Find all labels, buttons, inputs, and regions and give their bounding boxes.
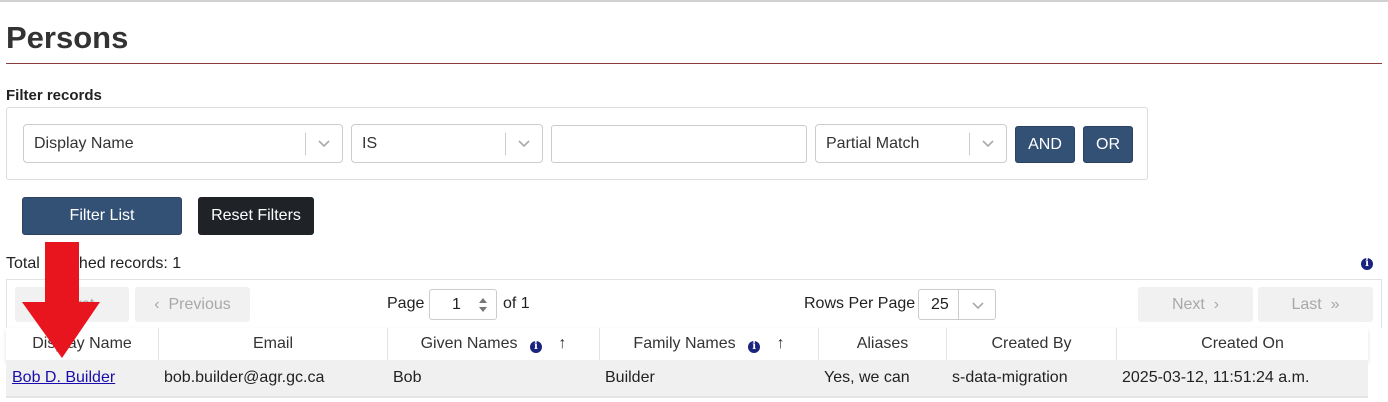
field-select[interactable]: Display Name <box>23 124 343 163</box>
page-number-value: 1 <box>452 296 461 313</box>
created-on-cell: 2025-03-12, 11:51:24 a.m. <box>1122 369 1310 386</box>
rows-per-page-select[interactable]: 25 <box>918 289 996 320</box>
table-bottom-border <box>6 396 1368 398</box>
family-names-header-label: Family Names <box>633 335 736 352</box>
chevron-right-icon: › <box>1213 296 1220 313</box>
given-names-cell: Bob <box>393 369 422 386</box>
column-header-aliases[interactable]: Aliases <box>819 328 947 360</box>
chevron-down-icon <box>972 302 984 310</box>
given-names-header-label: Given Names <box>420 335 518 352</box>
info-icon[interactable]: i <box>748 341 761 353</box>
operator-select-value: IS <box>362 135 378 152</box>
table-header: Display Name Email Given Names i ↑ Famil… <box>6 328 1368 361</box>
or-button[interactable]: OR <box>1083 126 1133 163</box>
page-label: Page <box>387 295 425 312</box>
last-label: Last <box>1291 296 1322 313</box>
chevron-down-icon <box>982 140 994 148</box>
sort-ascending-icon[interactable]: ↑ <box>777 335 785 352</box>
chevron-down-icon <box>518 140 530 148</box>
aliases-cell: Yes, we can <box>824 369 910 386</box>
title-rule <box>6 63 1382 64</box>
select-separator <box>969 133 970 155</box>
field-select-value: Display Name <box>34 135 134 152</box>
created-by-cell: s-data-migration <box>952 369 1068 386</box>
rows-per-page-label: Rows Per Page <box>804 295 916 312</box>
page-count: of 1 <box>503 295 530 312</box>
info-icon[interactable]: i <box>529 341 542 353</box>
select-separator <box>958 290 959 319</box>
select-separator <box>505 133 506 155</box>
column-header-family-names[interactable]: Family Names i ↑ <box>600 328 819 360</box>
email-cell: bob.builder@agr.gc.ca <box>164 369 325 386</box>
column-header-created-on[interactable]: Created On <box>1117 328 1368 360</box>
annotation-arrow-icon <box>22 242 100 358</box>
rows-per-page-value: 25 <box>931 296 949 313</box>
page-title: Persons <box>6 20 129 55</box>
info-icon[interactable]: i <box>1361 258 1373 270</box>
chevron-down-icon <box>318 140 330 148</box>
top-border <box>0 0 1388 2</box>
next-page-button[interactable]: Next › <box>1138 287 1253 322</box>
double-chevron-right-icon: » <box>1330 296 1340 313</box>
select-separator <box>305 133 306 155</box>
previous-label: Previous <box>168 296 231 313</box>
sort-ascending-icon[interactable]: ↑ <box>558 335 566 352</box>
filter-value-input[interactable] <box>551 125 807 163</box>
match-type-select[interactable]: Partial Match <box>815 124 1007 163</box>
table-row[interactable]: Bob D. Builder bob.builder@agr.gc.ca Bob… <box>6 360 1368 396</box>
page-number-input[interactable]: 1 <box>429 289 497 320</box>
reset-filters-button[interactable]: Reset Filters <box>198 197 314 235</box>
display-name-link[interactable]: Bob D. Builder <box>12 369 115 387</box>
filter-records-label: Filter records <box>6 87 102 104</box>
operator-select[interactable]: IS <box>351 124 543 163</box>
column-header-given-names[interactable]: Given Names i ↑ <box>388 328 600 360</box>
match-type-value: Partial Match <box>826 135 920 152</box>
previous-page-button[interactable]: ‹ Previous <box>135 287 250 322</box>
next-label: Next <box>1171 296 1205 313</box>
column-header-email[interactable]: Email <box>159 328 388 360</box>
column-header-created-by[interactable]: Created By <box>947 328 1117 360</box>
filter-list-button[interactable]: Filter List <box>22 197 182 235</box>
chevron-left-icon: ‹ <box>154 296 160 313</box>
stepper-arrows-icon[interactable] <box>478 295 488 315</box>
and-button[interactable]: AND <box>1015 126 1075 163</box>
last-page-button[interactable]: Last » <box>1258 287 1373 322</box>
family-names-cell: Builder <box>605 369 655 386</box>
